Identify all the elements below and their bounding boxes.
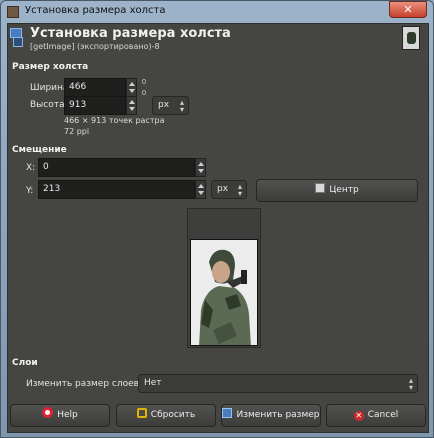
dialog-body: Установка размера холста [getImage] (экс… xyxy=(7,23,429,433)
preview-image xyxy=(190,239,258,346)
offset-y-label: Y: xyxy=(26,186,34,196)
titlebar[interactable]: Установка размера холста ✕ xyxy=(1,1,433,23)
close-button[interactable]: ✕ xyxy=(389,1,427,18)
width-input[interactable]: 466 xyxy=(64,78,126,97)
offset-x-input[interactable]: 0 xyxy=(38,158,195,177)
reset-icon xyxy=(136,408,147,418)
center-button-label: Центр xyxy=(329,185,359,195)
canvas-size-section-title: Размер холста xyxy=(12,62,89,72)
reset-button-label: Сбросить xyxy=(150,410,196,420)
help-lifebuoy-icon xyxy=(42,407,54,418)
center-button[interactable]: Центр xyxy=(256,179,418,202)
layers-section-title: Слои xyxy=(12,358,38,368)
chain-link-icon[interactable]: 0 0 xyxy=(140,78,148,115)
cancel-button[interactable]: ✕ Cancel xyxy=(326,404,426,427)
header-title: Установка размера холста xyxy=(30,26,231,41)
cancel-icon: ✕ xyxy=(353,411,364,421)
chevron-updown-icon: ▴ ▾ xyxy=(408,376,413,392)
dialog-header: Установка размера холста [getImage] (экс… xyxy=(8,24,428,54)
resolution-text: 72 ppi xyxy=(64,127,90,136)
chain-bottom-value: 0 xyxy=(141,89,147,97)
offset-section-title: Смещение xyxy=(12,145,67,155)
canvas-preview[interactable] xyxy=(187,208,261,348)
center-icon xyxy=(315,183,326,193)
height-spinner[interactable] xyxy=(126,96,137,115)
header-subtitle: [getImage] (экспортировано)-8 xyxy=(30,42,160,51)
offset-unit-value: px xyxy=(217,184,229,194)
reset-button[interactable]: Сбросить xyxy=(116,404,216,427)
image-thumbnail-icon xyxy=(402,26,420,50)
chain-top-value: 0 xyxy=(141,78,147,86)
layers-resize-value: Нет xyxy=(144,378,162,388)
layers-resize-label: Изменить размер слоев: xyxy=(26,379,142,389)
canvas-unit-select[interactable]: px ▴ ▾ xyxy=(152,96,189,115)
width-spinner[interactable] xyxy=(126,78,137,97)
dialog-window: Установка размера холста ✕ Установка раз… xyxy=(0,0,434,438)
resize-icon xyxy=(222,408,233,418)
height-input[interactable]: 913 xyxy=(64,96,126,115)
resize-button[interactable]: Изменить размер xyxy=(221,404,321,427)
offset-y-input[interactable]: 213 xyxy=(38,180,195,199)
canvas-unit-value: px xyxy=(158,100,170,110)
window-title: Установка размера холста xyxy=(25,5,166,16)
help-button-label: Help xyxy=(57,410,78,420)
offset-y-spinner[interactable] xyxy=(195,180,206,199)
cancel-button-label: Cancel xyxy=(367,410,399,420)
help-button[interactable]: Help xyxy=(10,404,110,427)
preview-photo xyxy=(191,240,257,345)
dimensions-text: 466 × 913 точек растра xyxy=(64,116,165,125)
resize-button-label: Изменить размер xyxy=(236,410,320,420)
offset-unit-select[interactable]: px ▴ ▾ xyxy=(211,180,247,199)
layers-resize-select[interactable]: Нет ▴ ▾ xyxy=(138,374,418,393)
chevron-updown-icon: ▴ ▾ xyxy=(237,182,242,198)
chevron-updown-icon: ▴ ▾ xyxy=(179,98,184,114)
window-app-icon xyxy=(7,6,19,18)
height-label: Высота: xyxy=(30,100,68,110)
offset-x-label: X: xyxy=(26,163,36,173)
canvas-size-icon xyxy=(10,28,24,48)
offset-x-spinner[interactable] xyxy=(195,158,206,177)
